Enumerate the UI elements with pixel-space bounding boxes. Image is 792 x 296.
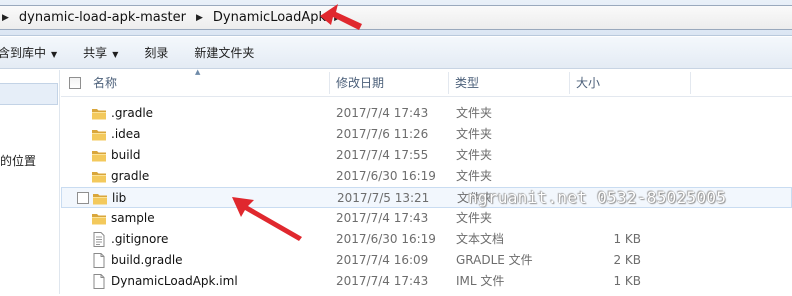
breadcrumb-item-1[interactable]: DynamicLoadApk [209,10,330,25]
share-label: 共享 [83,46,108,60]
include-in-library-label: 含到库中 [0,46,47,60]
navigation-pane[interactable]: 的位置 [0,70,60,294]
file-type: 文件夹 [456,169,493,183]
address-bar: ▶ dynamic-load-apk-master ▶ DynamicLoadA… [0,0,792,36]
file-date-modified: 2017/7/4 16:09 [336,253,429,267]
dropdown-arrow-icon: ▼ [112,50,119,59]
table-row[interactable]: .gradle 2017/7/4 17:43 文件夹 [61,103,792,124]
file-type: 文件夹 [456,211,493,225]
file-name: .gradle [111,106,154,120]
file-name: build [111,148,141,162]
file-icon [91,253,107,268]
folder-icon [91,148,107,163]
file-date-modified: 2017/6/30 16:19 [336,169,436,183]
share-button[interactable]: 共享 ▼ [83,44,118,61]
table-row[interactable]: .idea 2017/7/6 11:26 文件夹 [61,124,792,145]
file-date-modified: 2017/6/30 16:19 [336,232,436,246]
folder-icon [91,127,107,142]
table-row[interactable]: DynamicLoadApk.iml 2017/7/4 17:43 IML 文件 1 … [61,271,792,292]
file-type: 文件夹 [456,106,493,120]
file-name: .idea [111,127,141,141]
chevron-right-icon[interactable]: ▶ [190,13,209,23]
folder-icon [91,106,107,121]
file-name: DynamicLoadApk.iml [111,274,238,288]
table-row[interactable]: build.gradle 2017/7/4 16:09 GRADLE 文件 2 KB [61,250,792,271]
text-file-icon [91,232,107,247]
table-row[interactable]: .gitignore 2017/6/30 16:19 文本文档 1 KB [61,229,792,250]
row-checkbox[interactable] [77,192,89,204]
column-date-modified[interactable]: 修改日期 [330,70,448,96]
file-date-modified: 2017/7/6 11:26 [336,127,429,141]
column-header: ▲ 名称 修改日期 类型 大小 [61,68,792,97]
breadcrumb[interactable]: ▶ dynamic-load-apk-master ▶ DynamicLoadA… [0,5,792,30]
chevron-right-icon[interactable]: ▶ [330,13,347,23]
select-all-checkbox[interactable] [69,77,81,89]
column-name[interactable]: 名称 [87,70,332,96]
nav-item-locations[interactable]: 的位置 [0,152,36,169]
file-name: .gitignore [111,232,169,246]
file-name: sample [111,211,155,225]
file-size: 1 KB [613,232,641,246]
table-row[interactable]: gradle 2017/6/30 16:19 文件夹 [61,166,792,187]
file-type: GRADLE 文件 [456,253,533,267]
include-in-library-button[interactable]: 含到库中 ▼ [0,44,57,61]
new-folder-button[interactable]: 新建文件夹 [194,44,254,61]
file-date-modified: 2017/7/4 17:43 [336,106,429,120]
file-name: gradle [111,169,150,183]
file-name: lib [112,191,127,205]
file-date-modified: 2017/7/4 17:43 [336,274,429,288]
column-size[interactable]: 大小 [570,70,690,96]
dropdown-arrow-icon: ▼ [51,50,58,59]
file-size: 1 KB [613,274,641,288]
table-row[interactable]: build 2017/7/4 17:55 文件夹 [61,145,792,166]
column-type[interactable]: 类型 [449,70,567,96]
file-type: 文件夹 [456,148,493,162]
folder-icon [91,211,107,226]
file-type: 文件夹 [456,127,493,141]
breadcrumb-item-0[interactable]: dynamic-load-apk-master [15,10,190,25]
chevron-right-icon[interactable]: ▶ [0,13,15,23]
column-divider[interactable] [690,72,691,94]
file-type: 文件夹 [457,191,494,205]
command-toolbar: 含到库中 ▼ 共享 ▼ 刻录 新建文件夹 [0,37,792,69]
file-date-modified: 2017/7/4 17:55 [336,148,429,162]
table-row[interactable]: lib 2017/7/5 13:21 文件夹 [61,187,792,208]
folder-icon [92,191,108,206]
nav-selected-item[interactable] [0,83,58,105]
table-row[interactable]: sample 2017/7/4 17:43 文件夹 [61,208,792,229]
file-list: .gradle 2017/7/4 17:43 文件夹 .idea 2017/7/6 11… [61,103,792,292]
file-type: IML 文件 [456,274,505,288]
file-name: build.gradle [111,253,183,267]
file-icon [91,274,107,289]
file-date-modified: 2017/7/5 13:21 [337,191,430,205]
burn-button[interactable]: 刻录 [144,44,168,61]
file-size: 2 KB [613,253,641,267]
file-date-modified: 2017/7/4 17:43 [336,211,429,225]
file-type: 文本文档 [456,232,505,246]
folder-icon [91,169,107,184]
